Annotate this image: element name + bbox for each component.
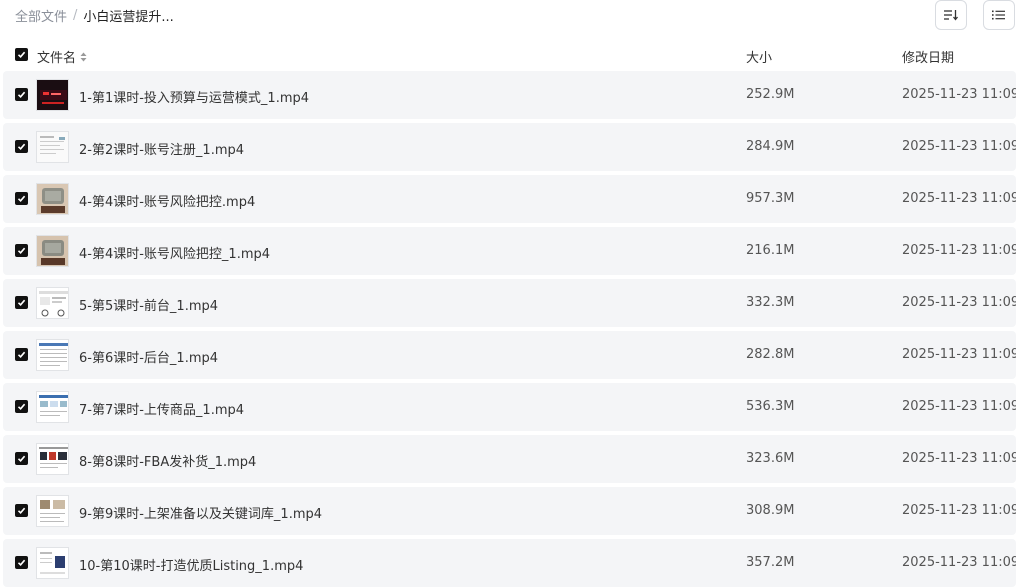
file-name[interactable]: 10-第10课时-打造优质Listing_1.mp4 [79, 555, 303, 574]
file-modified-date: 2025-11-23 11:09 [902, 139, 1016, 154]
file-row[interactable]: 8-第8课时-FBA发补货_1.mp4 323.6M 2025-11-23 11:0… [3, 435, 1016, 483]
video-thumbnail[interactable] [36, 495, 69, 527]
file-row[interactable]: 4-第4课时-账号风险把控.mp4 957.3M 2025-11-23 11:09 [3, 175, 1016, 223]
file-name[interactable]: 5-第5课时-前台_1.mp4 [79, 295, 218, 314]
top-bar: 全部文件 / 小白运营提升... [0, 0, 1016, 32]
file-name[interactable]: 6-第6课时-后台_1.mp4 [79, 347, 218, 366]
file-size: 216.1M [746, 243, 795, 258]
check-icon [17, 455, 26, 462]
breadcrumb-current-folder: 小白运营提升... [83, 10, 174, 25]
file-row[interactable]: 4-第4课时-账号风险把控_1.mp4 216.1M 2025-11-23 11:0… [3, 227, 1016, 275]
file-name[interactable]: 1-第1课时-投入预算与运营模式_1.mp4 [79, 87, 309, 106]
check-icon [17, 559, 26, 566]
row-checkbox[interactable] [15, 504, 28, 517]
check-icon [17, 351, 26, 358]
file-size: 323.6M [746, 451, 795, 466]
file-size: 284.9M [746, 139, 795, 154]
file-name[interactable]: 7-第7课时-上传商品_1.mp4 [79, 399, 244, 418]
check-icon [17, 507, 26, 514]
file-modified-date: 2025-11-23 11:09 [902, 243, 1016, 258]
file-size: 957.3M [746, 191, 795, 206]
file-row[interactable]: 6-第6课时-后台_1.mp4 282.8M 2025-11-23 11:09 [3, 331, 1016, 379]
check-icon [17, 299, 26, 306]
column-header-name-label: 文件名 [37, 51, 77, 66]
file-row[interactable]: 9-第9课时-上架准备以及关键词库_1.mp4 308.9M 2025-11-23 … [3, 487, 1016, 535]
row-checkbox[interactable] [15, 296, 28, 309]
row-checkbox[interactable] [15, 88, 28, 101]
file-name[interactable]: 4-第4课时-账号风险把控_1.mp4 [79, 243, 270, 262]
file-modified-date: 2025-11-23 11:09 [902, 347, 1016, 362]
file-modified-date: 2025-11-23 11:09 [902, 503, 1016, 518]
file-name[interactable]: 2-第2课时-账号注册_1.mp4 [79, 139, 244, 158]
video-thumbnail[interactable] [36, 391, 69, 423]
row-checkbox[interactable] [15, 400, 28, 413]
file-modified-date: 2025-11-23 11:09 [902, 295, 1016, 310]
list-view-button[interactable] [983, 0, 1015, 30]
video-thumbnail[interactable] [36, 235, 69, 267]
video-thumbnail[interactable] [36, 547, 69, 579]
video-thumbnail[interactable] [36, 79, 69, 111]
file-size: 332.3M [746, 295, 795, 310]
row-checkbox[interactable] [15, 244, 28, 257]
breadcrumb: 全部文件 / 小白运营提升... [15, 6, 174, 25]
file-modified-date: 2025-11-23 11:09 [902, 399, 1016, 414]
video-thumbnail[interactable] [36, 287, 69, 319]
file-name[interactable]: 9-第9课时-上架准备以及关键词库_1.mp4 [79, 503, 322, 522]
check-icon [17, 91, 26, 98]
table-header: 文件名 大小 修改日期 [0, 40, 1016, 70]
sort-button[interactable] [935, 0, 967, 30]
file-size: 536.3M [746, 399, 795, 414]
video-thumbnail[interactable] [36, 183, 69, 215]
check-icon [17, 143, 26, 150]
check-icon [17, 247, 26, 254]
check-icon [17, 195, 26, 202]
column-header-size[interactable]: 大小 [746, 47, 772, 66]
video-thumbnail[interactable] [36, 131, 69, 163]
file-modified-date: 2025-11-23 11:09 [902, 451, 1016, 466]
row-checkbox[interactable] [15, 556, 28, 569]
file-row[interactable]: 1-第1课时-投入预算与运营模式_1.mp4 252.9M 2025-11-23 1… [3, 71, 1016, 119]
video-thumbnail[interactable] [36, 339, 69, 371]
file-size: 308.9M [746, 503, 795, 518]
row-checkbox[interactable] [15, 192, 28, 205]
file-modified-date: 2025-11-23 11:09 [902, 191, 1016, 206]
file-name[interactable]: 4-第4课时-账号风险把控.mp4 [79, 191, 255, 210]
file-row[interactable]: 5-第5课时-前台_1.mp4 332.3M 2025-11-23 11:09 [3, 279, 1016, 327]
check-icon [17, 403, 26, 410]
check-icon [17, 51, 26, 58]
breadcrumb-root-link[interactable]: 全部文件 [15, 6, 67, 25]
file-row[interactable]: 10-第10课时-打造优质Listing_1.mp4 357.2M 2025-11-… [3, 539, 1016, 587]
column-header-name[interactable]: 文件名 [37, 47, 87, 66]
file-size: 282.8M [746, 347, 795, 362]
file-size: 252.9M [746, 87, 795, 102]
row-checkbox[interactable] [15, 348, 28, 361]
row-checkbox[interactable] [15, 452, 28, 465]
list-view-icon [992, 9, 1006, 21]
file-name[interactable]: 8-第8课时-FBA发补货_1.mp4 [79, 451, 256, 470]
file-modified-date: 2025-11-23 11:09 [902, 87, 1016, 102]
file-modified-date: 2025-11-23 11:09 [902, 555, 1016, 570]
column-header-date[interactable]: 修改日期 [902, 47, 954, 66]
file-row[interactable]: 2-第2课时-账号注册_1.mp4 284.9M 2025-11-23 11:09 [3, 123, 1016, 171]
sort-caret-icon [80, 52, 87, 62]
video-thumbnail[interactable] [36, 443, 69, 475]
file-row[interactable]: 7-第7课时-上传商品_1.mp4 536.3M 2025-11-23 11:09 [3, 383, 1016, 431]
breadcrumb-separator: / [73, 8, 78, 23]
file-size: 357.2M [746, 555, 795, 570]
row-checkbox[interactable] [15, 140, 28, 153]
sort-lines-icon [943, 8, 959, 22]
select-all-checkbox[interactable] [15, 48, 28, 61]
